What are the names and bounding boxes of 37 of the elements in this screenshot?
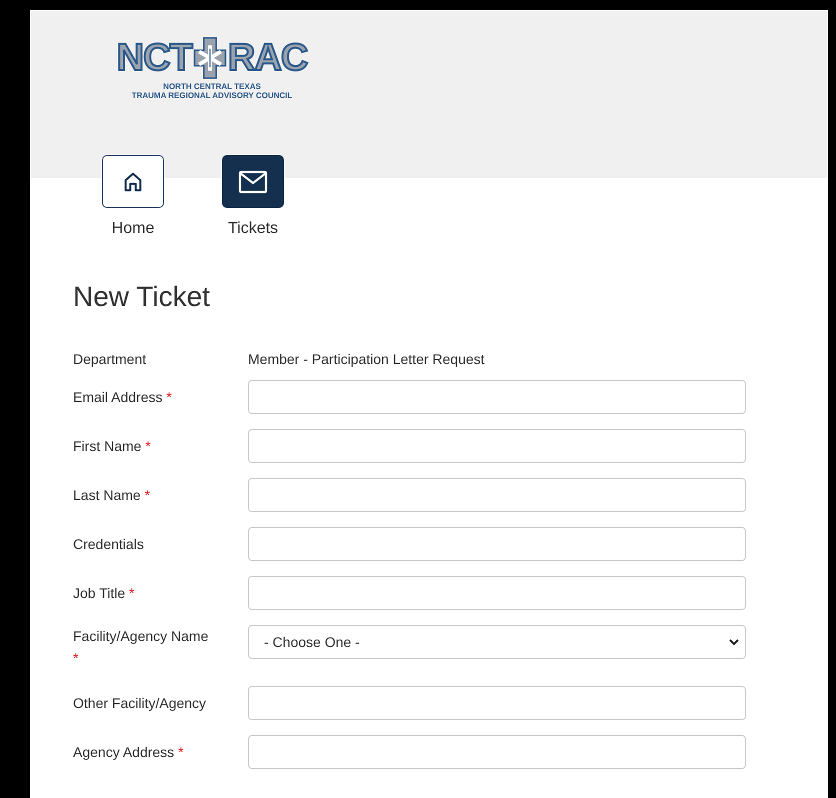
star-of-life-cross-icon	[192, 36, 227, 80]
nav-label[interactable]: Tickets	[228, 217, 278, 241]
field-label: Facility/Agency Name	[73, 628, 208, 644]
input-field[interactable]	[248, 380, 746, 414]
logo-text: RAC	[228, 39, 308, 77]
field-label: First Name	[73, 438, 142, 454]
input-field[interactable]	[248, 576, 746, 610]
input-field[interactable]	[248, 735, 746, 769]
logo-text: NCT	[116, 39, 192, 77]
envelope-icon	[238, 170, 268, 194]
field-label: Other Facility/Agency	[73, 695, 206, 711]
house-icon	[122, 170, 144, 192]
select-dropdown[interactable]: - Choose One -	[248, 625, 746, 659]
field-label: Email Address	[73, 389, 162, 405]
page-heading: New Ticket	[73, 283, 211, 311]
nav-button[interactable]	[222, 155, 284, 208]
field-label: Last Name	[73, 487, 141, 503]
field-label: Department	[73, 351, 146, 367]
logo-subtitle: NORTH CENTRAL TEXAS	[163, 82, 261, 91]
required-asterisk: *	[178, 744, 184, 760]
required-asterisk: *	[129, 585, 134, 601]
field-label: Job Title	[73, 585, 126, 601]
required-asterisk: *	[166, 389, 172, 405]
required-asterisk: *	[144, 487, 150, 503]
required-asterisk: *	[145, 438, 151, 454]
required-asterisk: *	[73, 650, 78, 666]
chevron-down-icon	[729, 638, 739, 646]
nav-label[interactable]: Home	[112, 217, 154, 241]
input-field[interactable]	[248, 686, 746, 720]
department-value: Member - Participation Letter Request	[248, 350, 485, 369]
input-field[interactable]	[248, 527, 746, 561]
input-field[interactable]	[248, 429, 746, 463]
input-field[interactable]	[248, 478, 746, 512]
nav-button[interactable]	[102, 155, 164, 208]
logo-subtitle: TRAUMA REGIONAL ADVISORY COUNCIL	[132, 91, 292, 100]
field-label: Agency Address	[73, 744, 174, 760]
field-label: Credentials	[73, 536, 144, 552]
